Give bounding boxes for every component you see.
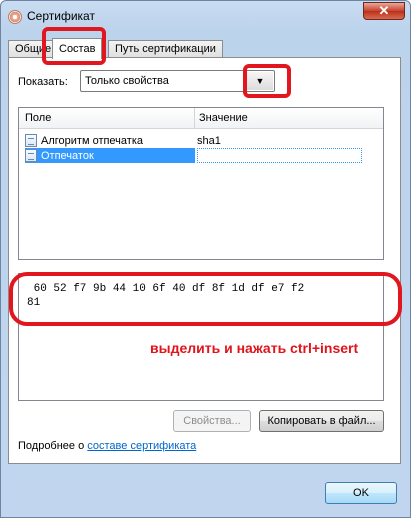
show-label: Показать: xyxy=(18,76,68,88)
fields-list[interactable]: Поле Значение Алгоритм отпечатка sha1 От… xyxy=(18,107,384,260)
value-cell xyxy=(197,148,362,163)
properties-button[interactable]: Свойства... xyxy=(173,410,251,432)
tab-details[interactable]: Состав xyxy=(52,38,103,59)
field-icon xyxy=(25,134,37,147)
chevron-down-icon[interactable]: ▼ xyxy=(246,72,273,90)
window-title: Сертификат xyxy=(27,9,95,23)
field-name: Отпечаток xyxy=(41,149,94,162)
value-detail-box[interactable]: 60 52 f7 9b 44 10 6f 40 df 8f 1d df e7 f… xyxy=(18,273,384,401)
list-item-selected[interactable]: Отпечаток xyxy=(19,148,383,163)
field-name: Алгоритм отпечатка xyxy=(41,134,144,147)
value-cell: sha1 xyxy=(197,134,221,147)
more-info: Подробнее о составе сертификата xyxy=(18,440,196,452)
title-bar[interactable]: Сертификат ✕ xyxy=(1,1,410,31)
copy-to-file-button[interactable]: Копировать в файл... xyxy=(259,410,384,432)
more-info-prefix: Подробнее о xyxy=(18,440,88,452)
certificate-details-link[interactable]: составе сертификата xyxy=(87,440,196,452)
show-dropdown[interactable]: Только свойства ▼ xyxy=(80,70,275,92)
field-icon xyxy=(25,149,37,162)
thumbprint-line-1[interactable]: 60 52 f7 9b 44 10 6f 40 df 8f 1d df e7 f… xyxy=(27,283,305,295)
certificate-icon xyxy=(8,10,22,24)
list-item[interactable]: Алгоритм отпечатка sha1 xyxy=(19,133,383,148)
thumbprint-text[interactable]: 60 52 f7 9b 44 10 6f 40 df 8f 1d df e7 f… xyxy=(27,282,304,310)
field-cell: Отпечаток xyxy=(25,148,195,163)
thumbprint-line-2[interactable]: 81 xyxy=(27,297,40,309)
tab-general[interactable]: Общие xyxy=(8,40,59,57)
ok-button[interactable]: OK xyxy=(325,482,397,504)
close-button[interactable]: ✕ xyxy=(363,2,405,20)
tab-certification-path[interactable]: Путь сертификации xyxy=(108,40,223,57)
column-separator[interactable] xyxy=(194,108,195,128)
column-header-value[interactable]: Значение xyxy=(199,112,248,124)
show-dropdown-value: Только свойства xyxy=(85,75,169,87)
column-header-field[interactable]: Поле xyxy=(25,112,51,124)
field-cell: Алгоритм отпечатка xyxy=(25,133,195,148)
tab-strip: Общие Состав Путь сертификации xyxy=(8,38,404,59)
annotation-text: выделить и нажать ctrl+insert xyxy=(150,340,359,356)
list-header: Поле Значение xyxy=(19,108,383,129)
